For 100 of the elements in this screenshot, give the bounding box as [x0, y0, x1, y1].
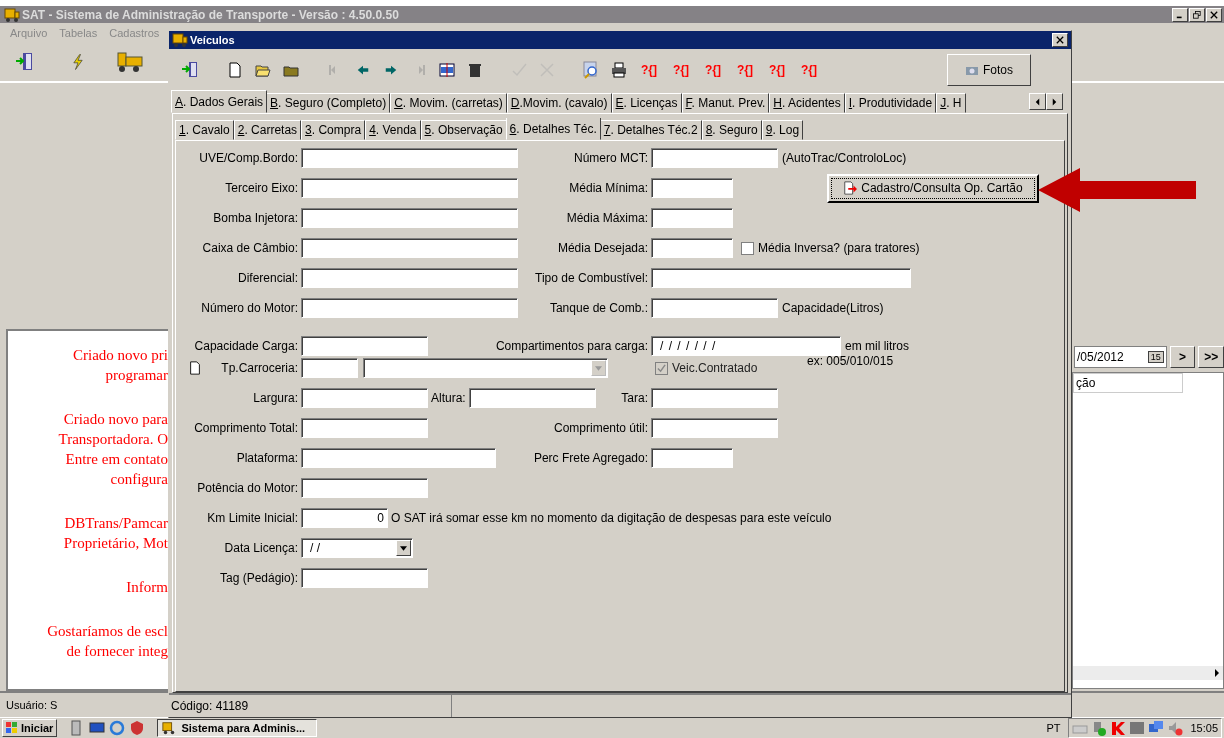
trash-icon — [467, 62, 483, 78]
tab[interactable]: D.Movim. (cavalo) — [506, 93, 612, 113]
tab[interactable]: 8. Seguro — [701, 120, 762, 140]
close-icon — [1210, 10, 1218, 19]
column-header[interactable]: ção — [1073, 373, 1183, 393]
field-label: Plataforma: — [236, 451, 298, 465]
message-line: Transportadora. O — [58, 430, 168, 449]
input-field[interactable] — [651, 148, 778, 168]
new-document-icon[interactable] — [188, 361, 202, 375]
input-field[interactable] — [301, 358, 358, 378]
tab[interactable]: 3. Compra — [301, 120, 366, 140]
start-button[interactable]: Iniciar — [2, 719, 58, 737]
input-field[interactable] — [651, 448, 733, 468]
next-button[interactable]: > — [1169, 346, 1196, 368]
truck-icon — [116, 50, 144, 74]
tab[interactable]: F. Manut. Prev. — [681, 93, 770, 113]
scroll-right-button[interactable] — [1046, 93, 1063, 110]
input-field[interactable] — [301, 208, 518, 228]
tab[interactable]: E. Licenças — [611, 93, 682, 113]
tab[interactable]: A. Dados Gerais — [171, 90, 268, 113]
speaker-muted-icon[interactable] — [1167, 720, 1184, 736]
input-field[interactable] — [651, 178, 733, 198]
input-field[interactable] — [651, 298, 778, 318]
input-field[interactable] — [651, 388, 778, 408]
field-label: Tara: — [621, 391, 648, 405]
field-label: UVE/Comp.Bordo: — [199, 151, 298, 165]
input-field[interactable] — [301, 238, 518, 258]
language-indicator[interactable]: PT — [1042, 722, 1065, 734]
antivirus-icon[interactable] — [1110, 720, 1127, 736]
input-field[interactable] — [651, 238, 733, 258]
message-line: Entre em contato — [65, 450, 168, 469]
new-document-icon — [227, 62, 243, 78]
left-arrow-icon — [356, 63, 370, 77]
text-edit-icon — [439, 62, 455, 78]
tab[interactable]: J. H — [936, 93, 966, 113]
input-field[interactable]: 0 — [301, 508, 388, 528]
field-label: Data Licença: — [224, 541, 298, 555]
message-line: DBTrans/Pamcar — [64, 514, 168, 533]
input-field[interactable] — [301, 178, 518, 198]
dropdown[interactable]: / / — [301, 538, 413, 558]
restore-button[interactable] — [1189, 7, 1205, 22]
truck-icon — [172, 32, 188, 48]
taskbar-button[interactable]: Sistema para Adminis... — [157, 719, 318, 737]
field-label: Altura: — [431, 391, 466, 405]
minimize-button[interactable] — [1172, 7, 1188, 22]
input-field[interactable] — [468, 388, 596, 408]
input-field[interactable] — [651, 268, 911, 288]
field-label: Perc Frete Agregado: — [533, 451, 648, 465]
message-line: configura — [110, 470, 168, 489]
tab[interactable]: C. Movim. (carretas) — [390, 93, 507, 113]
scrollbar[interactable] — [1073, 666, 1223, 680]
monitor-icon[interactable] — [89, 720, 106, 736]
left-arrow-icon — [1034, 97, 1041, 106]
date-field[interactable]: /05/2012 15 — [1074, 346, 1167, 368]
close-button[interactable] — [1206, 7, 1222, 22]
tab[interactable]: 2. Carretas — [233, 120, 302, 140]
search-icon — [582, 61, 600, 79]
tab[interactable]: 9. Log — [761, 120, 804, 140]
tab[interactable]: B. Seguro (Completo) — [266, 93, 391, 113]
vm-icon[interactable] — [1129, 720, 1146, 736]
input-field[interactable] — [651, 418, 778, 438]
input-field[interactable] — [301, 148, 518, 168]
field-label: Km Limite Inicial: — [207, 511, 298, 525]
browser-icon[interactable] — [109, 720, 126, 736]
field-label: Número MCT: — [574, 151, 648, 165]
tab[interactable]: 5. Observação — [420, 120, 507, 140]
calendar-button[interactable]: 15 — [1147, 351, 1164, 363]
close-button[interactable] — [1052, 33, 1068, 47]
field-label: Bomba Injetora: — [213, 211, 298, 225]
checkbox[interactable]: Média Inversa? (para tratores) — [741, 241, 920, 255]
tab[interactable]: 1. Cavalo — [175, 120, 234, 140]
open-folder-icon — [255, 62, 271, 78]
field-label: Tp.Carroceria: — [221, 361, 298, 375]
input-field[interactable] — [301, 568, 428, 588]
input-field[interactable] — [301, 418, 428, 438]
message-line: Gostaríamos de escl — [47, 622, 168, 641]
app-title: SAT - Sistema de Administração de Transporte - Versão : 4.50.0.50 — [22, 7, 399, 22]
shield-icon[interactable] — [129, 720, 146, 736]
input-field[interactable]: / / / / / / / — [651, 336, 841, 356]
next-button[interactable]: >> — [1198, 346, 1224, 368]
tab[interactable]: H. Acidentes — [769, 93, 845, 113]
input-field[interactable] — [301, 268, 518, 288]
camera-icon — [965, 64, 979, 76]
input-field[interactable] — [301, 298, 518, 318]
tab[interactable]: 4. Venda — [365, 120, 421, 140]
input-field[interactable] — [301, 448, 496, 468]
dropdown[interactable] — [363, 358, 608, 378]
card-button[interactable]: Cadastro/Consulta Op. Cartão — [827, 173, 1039, 203]
tab[interactable]: 6. Detalhes Téc. — [505, 118, 601, 140]
tab[interactable]: I. Produtividade — [844, 93, 937, 113]
message-line: Proprietário, Mot — [63, 534, 168, 553]
tab[interactable]: 7. Detalhes Téc.2 — [599, 120, 702, 140]
input-field[interactable] — [301, 336, 428, 356]
input-field[interactable] — [301, 388, 428, 408]
help-text: (AutoTrac/ControloLoc) — [782, 151, 907, 165]
photos-button[interactable]: Fotos — [947, 54, 1031, 86]
input-field[interactable] — [651, 208, 733, 228]
input-field[interactable] — [301, 478, 428, 498]
field-label: Capacidade Carga: — [194, 339, 298, 353]
scroll-left-button[interactable] — [1029, 93, 1046, 110]
